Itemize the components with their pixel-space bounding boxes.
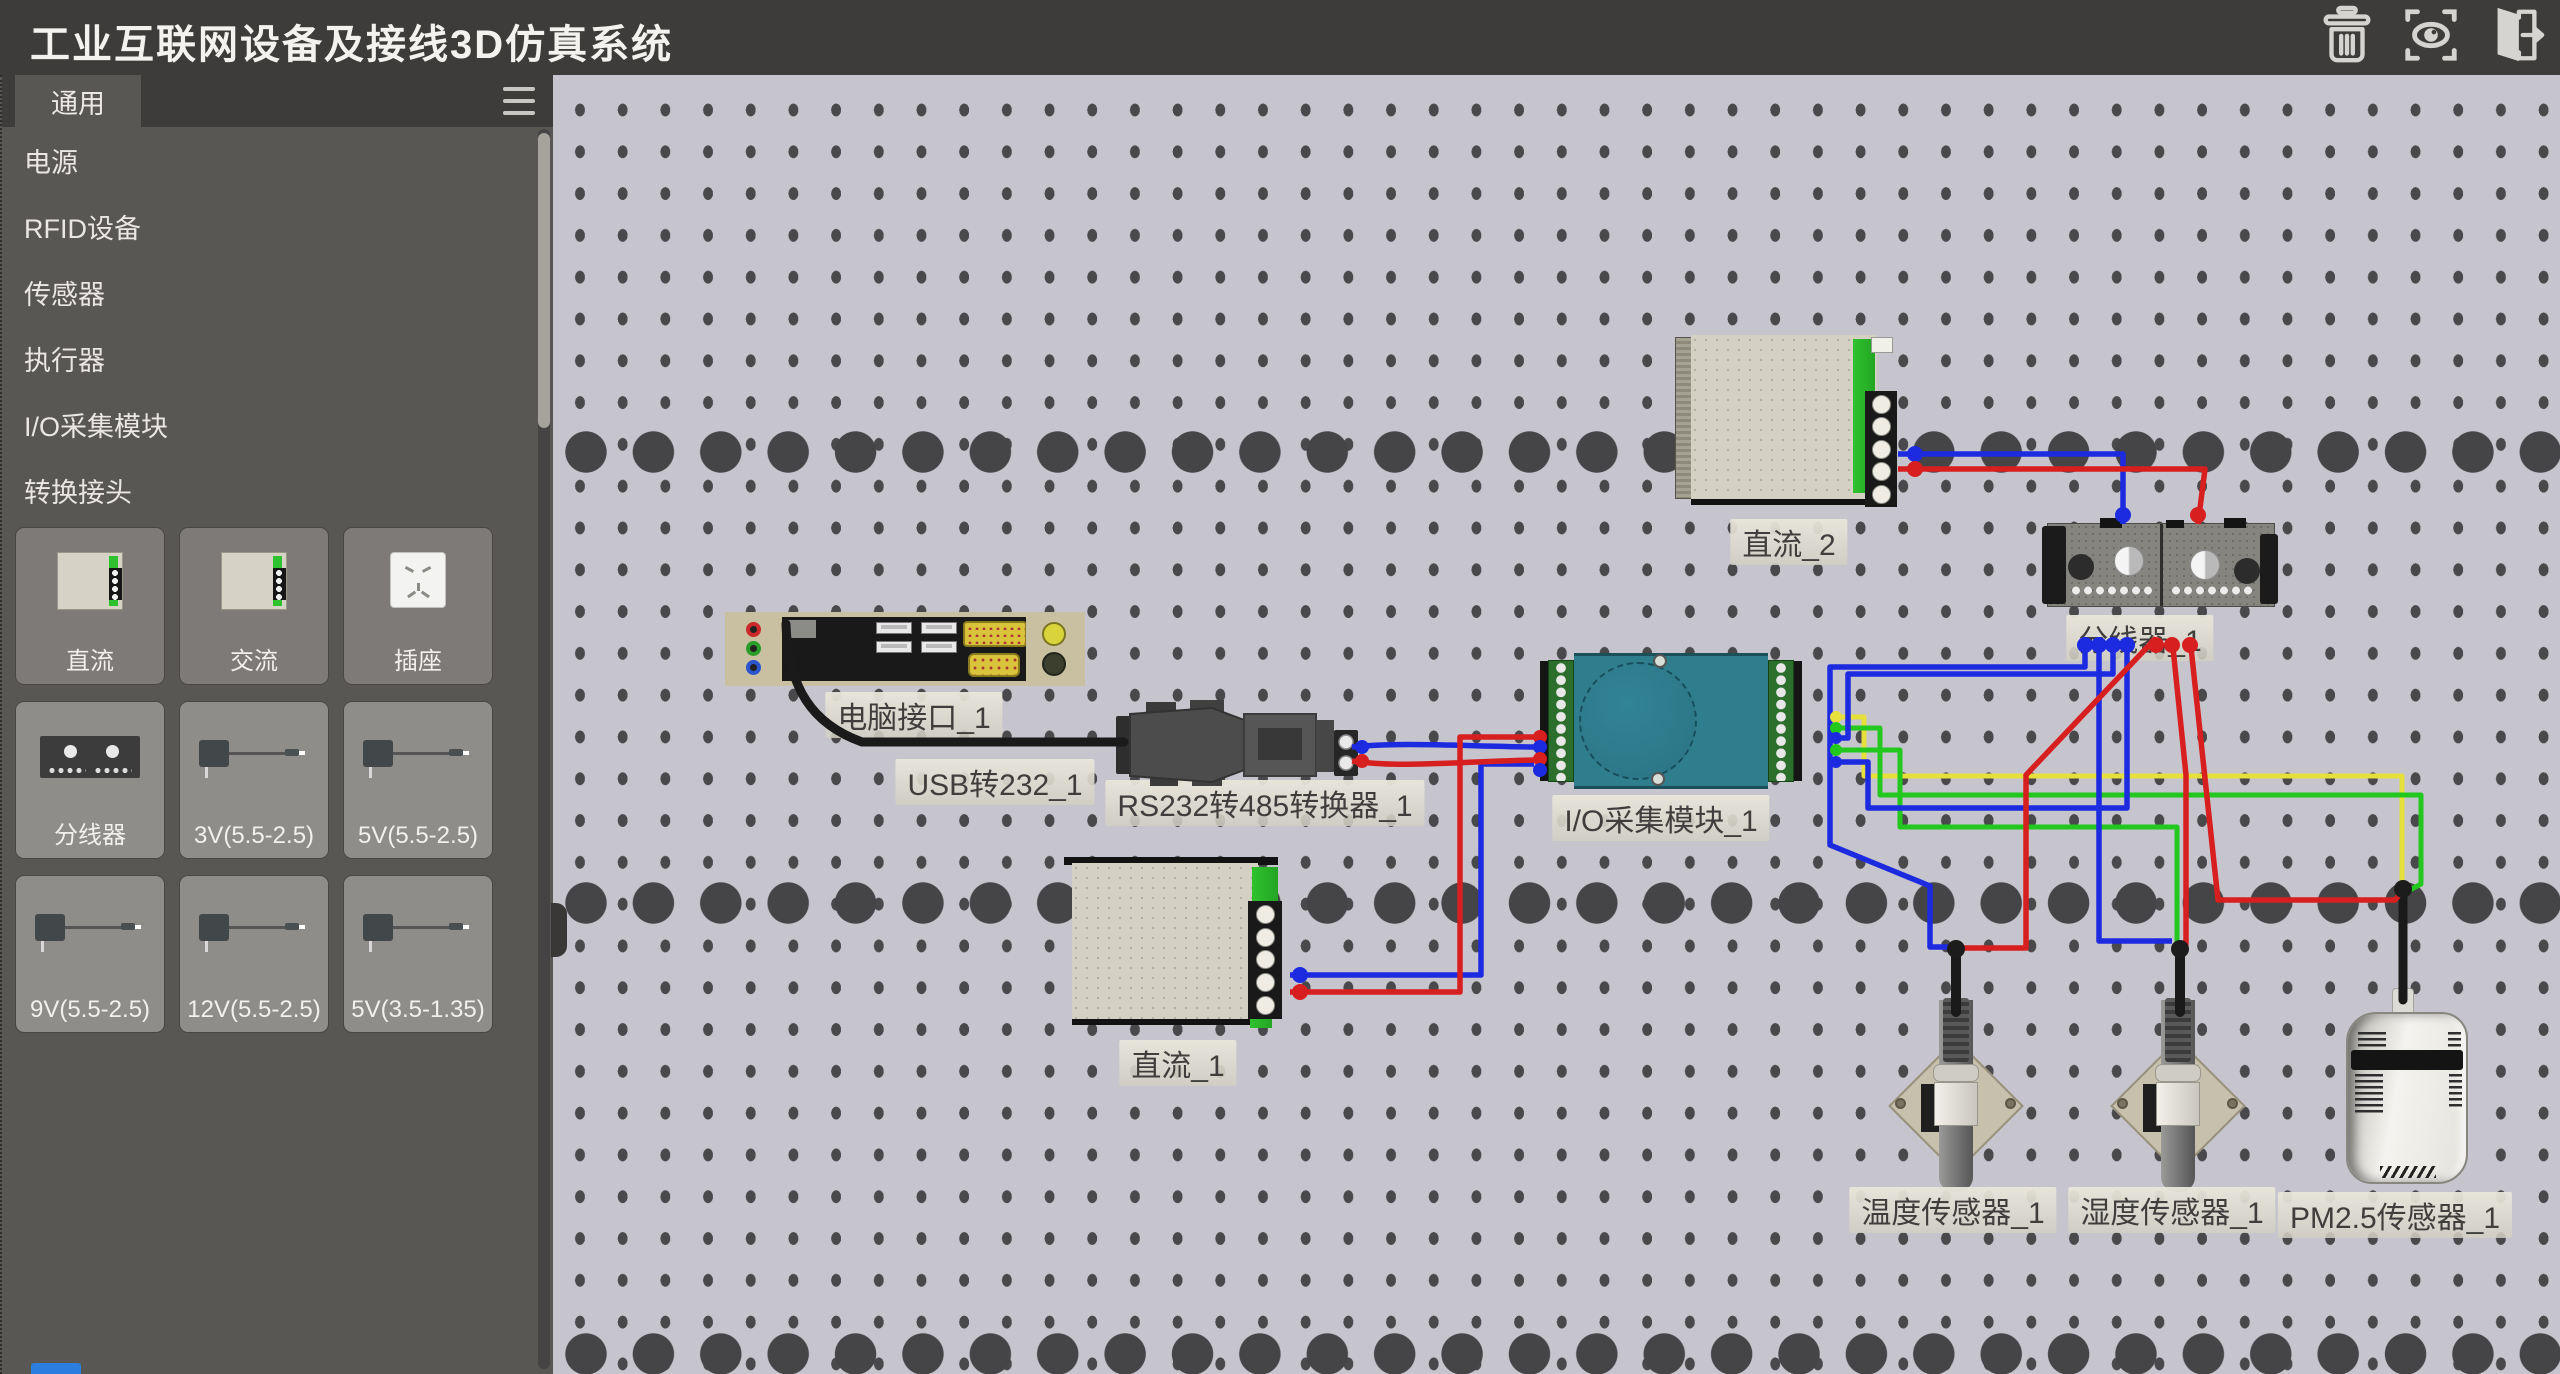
sidebar-item-io-module[interactable]: I/O采集模块 bbox=[2, 391, 542, 457]
sidebar-tabbar: 通用 bbox=[2, 75, 555, 127]
adapter-thumb-image bbox=[357, 732, 479, 788]
device-label-pc1: 电脑接口_1 bbox=[825, 692, 1002, 738]
sidebar-item-actuator[interactable]: 执行器 bbox=[2, 325, 542, 391]
audio-jack-red bbox=[746, 622, 761, 637]
adapter-thumb-image bbox=[29, 906, 151, 962]
device-label-dc1: 直流_1 bbox=[1119, 1040, 1236, 1086]
palette-item-9v-adapter[interactable]: 9V(5.5-2.5) bbox=[15, 875, 165, 1033]
scrollbar-thumb[interactable] bbox=[538, 133, 550, 428]
page-title: 工业互联网设备及接线3D仿真系统 bbox=[30, 12, 673, 70]
device-label-io1: I/O采集模块_1 bbox=[1552, 795, 1769, 841]
device-label-dc2: 直流_2 bbox=[1730, 519, 1847, 565]
sidebar-item-sensor[interactable]: 传感器 bbox=[2, 259, 542, 325]
adapter-thumb-image bbox=[193, 732, 315, 788]
sidebar-item-adapter[interactable]: 转换接头 bbox=[2, 457, 542, 523]
round-port-dark bbox=[1042, 652, 1066, 676]
dvi-port bbox=[963, 621, 1027, 647]
device-label-usb1: USB转232_1 bbox=[895, 759, 1094, 805]
device-label-temp1: 温度传感器_1 bbox=[1849, 1187, 2056, 1233]
palette-item-ac[interactable]: 交流 bbox=[179, 527, 329, 685]
palette-grid: 直流 交流 插座 分线器 bbox=[15, 527, 529, 1033]
category-list: 电源 RFID设备 传感器 执行器 I/O采集模块 转换接头 bbox=[2, 127, 542, 523]
palette-item-dc[interactable]: 直流 bbox=[15, 527, 165, 685]
sidebar-scrollbar[interactable] bbox=[538, 129, 550, 1369]
sidebar-item-rfid[interactable]: RFID设备 bbox=[2, 193, 542, 259]
device-humidity-sensor-1[interactable] bbox=[2113, 998, 2243, 1198]
adapter-thumb-image bbox=[357, 906, 479, 962]
audio-jack-green bbox=[746, 641, 761, 656]
pegboard-hole-band bbox=[553, 881, 2560, 925]
tab-general[interactable]: 通用 bbox=[15, 75, 141, 127]
design-canvas[interactable]: 直流_2 分线器_1 电脑接口_1 USB转232_1 RS232转485转换器… bbox=[553, 75, 2560, 1374]
vga-port bbox=[968, 653, 1020, 677]
sidebar-collapse-handle[interactable] bbox=[551, 903, 567, 957]
device-label-rs1: RS232转485转换器_1 bbox=[1105, 780, 1424, 826]
palette-item-5v-135-adapter[interactable]: 5V(3.5-1.35) bbox=[343, 875, 493, 1033]
palette-peek-item[interactable] bbox=[31, 1363, 81, 1374]
palette-item-5v-adapter[interactable]: 5V(5.5-2.5) bbox=[343, 701, 493, 859]
exit-icon[interactable] bbox=[2484, 4, 2546, 66]
adapter-thumb-image bbox=[193, 906, 315, 962]
device-pc-interface-1[interactable] bbox=[725, 612, 1085, 686]
header-actions bbox=[2316, 4, 2546, 66]
device-label-splitter1: 分线器_1 bbox=[2066, 615, 2213, 661]
device-splitter-1[interactable] bbox=[2047, 523, 2275, 607]
device-pm25-sensor-1[interactable] bbox=[2346, 1012, 2468, 1184]
pegboard-hole-band bbox=[553, 430, 2560, 474]
delete-icon[interactable] bbox=[2316, 4, 2378, 66]
palette-item-12v-adapter[interactable]: 12V(5.5-2.5) bbox=[179, 875, 329, 1033]
title-bar: 工业互联网设备及接线3D仿真系统 bbox=[0, 0, 2560, 75]
audio-jack-blue bbox=[746, 660, 761, 675]
ac-thumb-image bbox=[221, 552, 287, 610]
palette-item-3v-adapter[interactable]: 3V(5.5-2.5) bbox=[179, 701, 329, 859]
palette-item-socket[interactable]: 插座 bbox=[343, 527, 493, 685]
device-dc-power-1[interactable] bbox=[1064, 857, 1290, 1029]
device-temp-sensor-1[interactable] bbox=[1891, 998, 2021, 1198]
socket-thumb-image bbox=[390, 552, 446, 608]
preview-icon[interactable] bbox=[2400, 4, 2462, 66]
app-root: 工业互联网设备及接线3D仿真系统 bbox=[0, 0, 2560, 1374]
device-dc-power-2[interactable] bbox=[1675, 331, 1897, 507]
round-port-yellow bbox=[1042, 622, 1066, 646]
sidebar-item-power[interactable]: 电源 bbox=[2, 127, 542, 193]
device-label-hum1: 湿度传感器_1 bbox=[2068, 1187, 2275, 1233]
pegboard-hole-band bbox=[553, 1332, 2560, 1374]
device-io-module-1[interactable] bbox=[1540, 653, 1802, 789]
sidebar: 通用 电源 RFID设备 传感器 执行器 I/O采集模块 转换接头 直流 交流 bbox=[0, 75, 553, 1374]
palette-item-splitter[interactable]: 分线器 bbox=[15, 701, 165, 859]
device-rs232-485-converter-1 bbox=[1116, 700, 1358, 786]
dc-thumb-image bbox=[57, 552, 123, 610]
device-label-pm1: PM2.5传感器_1 bbox=[2278, 1192, 2512, 1238]
splitter-thumb-image bbox=[40, 736, 140, 778]
menu-icon[interactable] bbox=[503, 87, 535, 115]
